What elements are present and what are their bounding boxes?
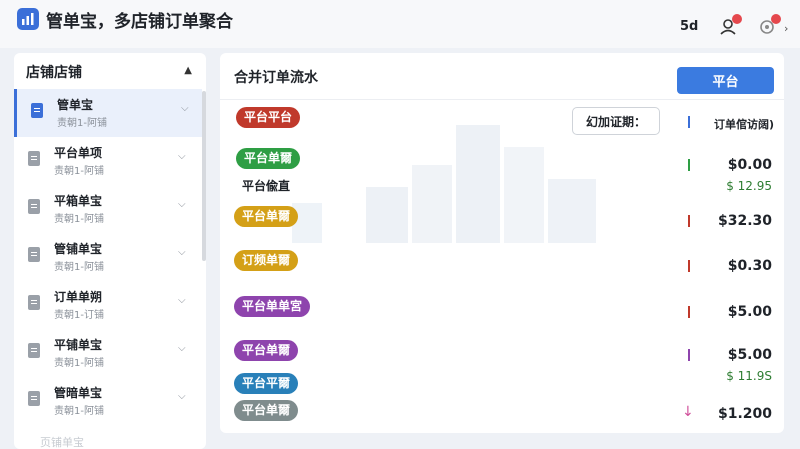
chevron-right-icon[interactable]: › xyxy=(784,22,788,35)
store-item[interactable]: 平台单项 责朝1-阿铺 ⌵ xyxy=(14,137,202,185)
document-icon xyxy=(28,151,40,166)
store-item[interactable]: 管单宝 责朝1-阿铺 ⌵ xyxy=(14,89,202,137)
arrow-down-icon: ↓ xyxy=(682,404,694,420)
document-icon xyxy=(28,343,40,358)
platform-tag[interactable]: 平台单单宮 xyxy=(234,296,311,317)
status-marker xyxy=(688,260,690,272)
store-name: 管铺单宝 xyxy=(54,242,103,256)
store-subtitle: 责朝1-阿铺 xyxy=(54,406,104,417)
status-marker xyxy=(688,349,690,361)
store-item[interactable]: 管暗单宝 责朝1-阿铺 ⌵ xyxy=(14,377,202,425)
bg-bar xyxy=(456,125,500,243)
store-sidebar: 店铺店铺 ▲ 管单宝 责朝1-阿铺 ⌵ 平台单项 责朝1-阿铺 ⌵ 平箱单宝 责… xyxy=(14,53,206,449)
bg-bar xyxy=(412,165,452,243)
app-title: 管单宝，多店铺订单聚合 xyxy=(46,12,233,32)
chevron-down-icon[interactable]: ⌵ xyxy=(178,343,186,354)
order-amount: $0.00 xyxy=(727,157,772,173)
faded-store-item[interactable]: 页铺单宝 xyxy=(40,434,84,449)
order-amount: $1.200 xyxy=(717,406,772,422)
store-subtitle: 责朝1-阿铺 xyxy=(54,214,104,225)
store-item[interactable]: 平箱单宝 责朝1-阿铺 ⌵ xyxy=(14,185,202,233)
chevron-down-icon[interactable]: ⌵ xyxy=(178,199,186,210)
order-amount: $32.30 xyxy=(717,213,772,229)
bg-bar xyxy=(366,187,408,243)
store-subtitle: 责朝1-阿铺 xyxy=(54,166,104,177)
chevron-down-icon[interactable]: ⌵ xyxy=(178,391,186,402)
row-note: 平台偸直 xyxy=(242,179,291,193)
platform-tag[interactable]: 订频单爾 xyxy=(234,250,299,271)
document-icon xyxy=(28,391,40,406)
settings-notification-button[interactable] xyxy=(755,14,781,40)
status-marker xyxy=(688,159,690,171)
store-name: 平箱单宝 xyxy=(54,194,103,208)
bg-bar xyxy=(504,147,544,243)
store-name: 管暗单宝 xyxy=(54,386,103,400)
chevron-down-icon[interactable]: ⌵ xyxy=(178,247,186,258)
platform-tag[interactable]: 平台平台 xyxy=(236,107,301,128)
store-item[interactable]: 管铺单宝 责朝1-阿铺 ⌵ xyxy=(14,233,202,281)
store-name: 平台单项 xyxy=(54,146,103,160)
app-header: 管单宝，多店铺订单聚合 5d › xyxy=(0,0,800,48)
store-subtitle: 责朝1-阿铺 xyxy=(54,262,104,273)
bg-bar xyxy=(548,179,596,243)
document-icon xyxy=(28,295,40,310)
notification-dot xyxy=(732,14,742,24)
store-name: 订单单朔 xyxy=(54,290,103,304)
bg-bar xyxy=(292,203,322,243)
document-icon xyxy=(28,199,40,214)
order-amount: $5.00 xyxy=(727,304,772,320)
platform-tag[interactable]: 平台单爾 xyxy=(236,148,301,169)
divider xyxy=(220,99,784,100)
sidebar-title: 店铺店铺 xyxy=(26,65,82,81)
order-flow-panel: 合并订单流水 平台 幻加证期： 订单倌访阔) 平台平台 平台单爾 平台偸直 平台… xyxy=(220,53,784,433)
status-marker xyxy=(688,306,690,318)
store-item[interactable]: 平铺单宝 责朝1-阿铺 ⌵ xyxy=(14,329,202,377)
date-filter-button[interactable]: 幻加证期： xyxy=(572,107,660,135)
chevron-down-icon[interactable]: ⌵ xyxy=(178,151,186,162)
chart-logo-icon xyxy=(17,8,39,30)
chevron-down-icon[interactable]: ⌵ xyxy=(178,295,186,306)
column-marker xyxy=(688,116,690,128)
sidebar-scrollbar[interactable] xyxy=(202,91,206,261)
header-count: 5d xyxy=(680,19,699,34)
chevron-down-icon[interactable]: ⌵ xyxy=(181,103,189,114)
order-amount: $0.30 xyxy=(727,258,772,274)
platform-tag[interactable]: 平台单爾 xyxy=(234,206,299,227)
status-marker xyxy=(688,215,690,227)
document-icon xyxy=(28,247,40,262)
store-name: 管单宝 xyxy=(57,98,94,112)
order-amount: $5.00 xyxy=(727,347,772,363)
background-chart-decoration xyxy=(292,125,596,243)
column-header: 订单倌访阔) xyxy=(714,118,775,131)
platform-button[interactable]: 平台 xyxy=(677,67,774,94)
store-subtitle: 责朝1-阿铺 xyxy=(54,358,104,369)
store-item[interactable]: 订单单朔 责朝1-订铺 ⌵ xyxy=(14,281,202,329)
panel-title: 合并订单流水 xyxy=(234,70,318,86)
order-sub-amount: $ 11.9S xyxy=(726,369,772,383)
store-list: 管单宝 责朝1-阿铺 ⌵ 平台单项 责朝1-阿铺 ⌵ 平箱单宝 责朝1-阿铺 ⌵… xyxy=(14,89,202,425)
user-notification-button[interactable] xyxy=(716,14,742,40)
platform-tag[interactable]: 平台平爾 xyxy=(234,373,299,394)
store-name: 平铺单宝 xyxy=(54,338,103,352)
platform-tag[interactable]: 平台单爾 xyxy=(234,400,299,421)
platform-tag[interactable]: 平台单爾 xyxy=(234,340,299,361)
store-subtitle: 责朝1-订铺 xyxy=(54,310,104,321)
chevron-up-icon[interactable]: ▲ xyxy=(184,65,192,76)
order-sub-amount: $ 12.95 xyxy=(726,179,772,193)
store-subtitle: 责朝1-阿铺 xyxy=(57,118,107,129)
document-icon xyxy=(31,103,43,118)
notification-dot xyxy=(771,14,781,24)
